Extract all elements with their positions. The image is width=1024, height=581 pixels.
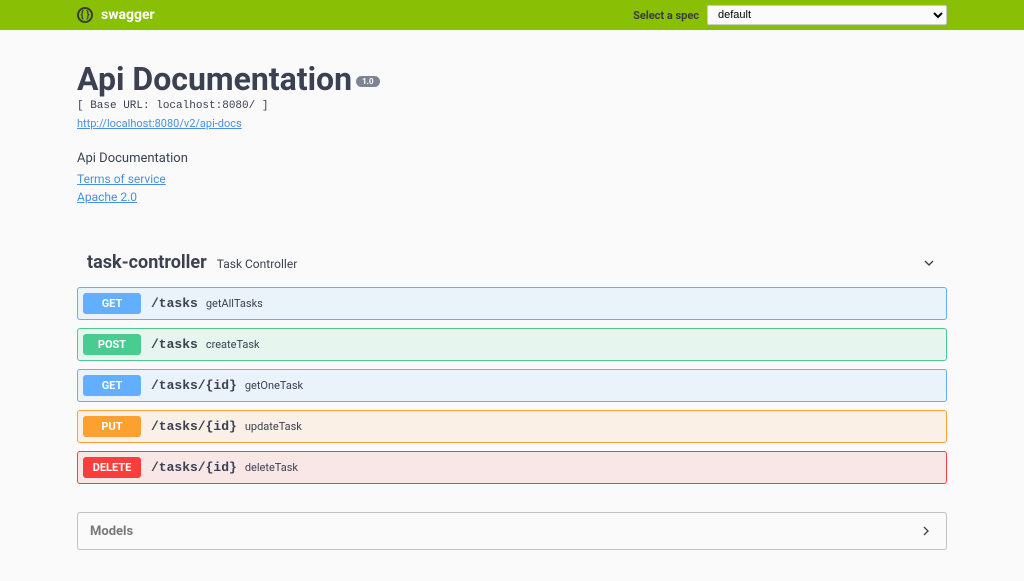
method-badge: DELETE <box>83 457 141 478</box>
operation-get-2[interactable]: GET/tasks/{id} getOneTask <box>77 369 947 402</box>
operation-path: /tasks/{id} <box>151 419 237 434</box>
version-badge: 1.0 <box>356 76 380 87</box>
operation-summary: deleteTask <box>245 461 298 474</box>
spec-selector-label: Select a spec <box>633 9 699 22</box>
operation-summary: getOneTask <box>245 379 303 392</box>
license-link[interactable]: Apache 2.0 <box>77 190 947 204</box>
swagger-logo-icon: { } <box>77 7 93 23</box>
chevron-right-icon <box>918 523 934 539</box>
operations-list: GET/tasks getAllTasks POST/tasks createTask… <box>77 287 947 484</box>
models-header[interactable]: Models <box>78 513 946 549</box>
method-badge: PUT <box>83 416 141 437</box>
method-badge: GET <box>83 375 141 396</box>
api-title: Api Documentation <box>77 60 352 98</box>
operation-put-3[interactable]: PUT/tasks/{id} updateTask <box>77 410 947 443</box>
spec-select[interactable]: default <box>707 5 947 25</box>
operation-path: /tasks <box>151 337 198 352</box>
operation-summary: updateTask <box>245 420 302 433</box>
operation-post-1[interactable]: POST/tasks createTask <box>77 328 947 361</box>
operation-get-0[interactable]: GET/tasks getAllTasks <box>77 287 947 320</box>
api-docs-link[interactable]: http://localhost:8080/v2/api-docs <box>77 117 242 130</box>
operation-path: /tasks/{id} <box>151 460 237 475</box>
api-description: Api Documentation <box>77 151 947 166</box>
operation-summary: createTask <box>206 338 260 351</box>
tag-description: Task Controller <box>217 257 298 271</box>
tag-name: task-controller <box>87 252 207 273</box>
topbar: { } swagger Select a spec default <box>0 0 1024 30</box>
operation-path: /tasks <box>151 296 198 311</box>
method-badge: GET <box>83 293 141 314</box>
logo: { } swagger <box>77 7 155 23</box>
operation-path: /tasks/{id} <box>151 378 237 393</box>
spec-selector: Select a spec default <box>633 5 947 25</box>
operation-delete-4[interactable]: DELETE/tasks/{id} deleteTask <box>77 451 947 484</box>
terms-of-service-link[interactable]: Terms of service <box>77 172 947 186</box>
base-url: [ Base URL: localhost:8080/ ] <box>77 100 947 112</box>
tag-section: task-controller Task Controller GET/task… <box>77 244 947 484</box>
info-header: Api Documentation 1.0 [ Base URL: localho… <box>77 60 947 131</box>
models-title: Models <box>90 524 133 539</box>
models-section: Models <box>77 512 947 550</box>
method-badge: POST <box>83 334 141 355</box>
chevron-down-icon <box>921 255 937 271</box>
operation-summary: getAllTasks <box>206 297 263 310</box>
tag-header[interactable]: task-controller Task Controller <box>77 244 947 281</box>
logo-text: swagger <box>101 7 155 23</box>
